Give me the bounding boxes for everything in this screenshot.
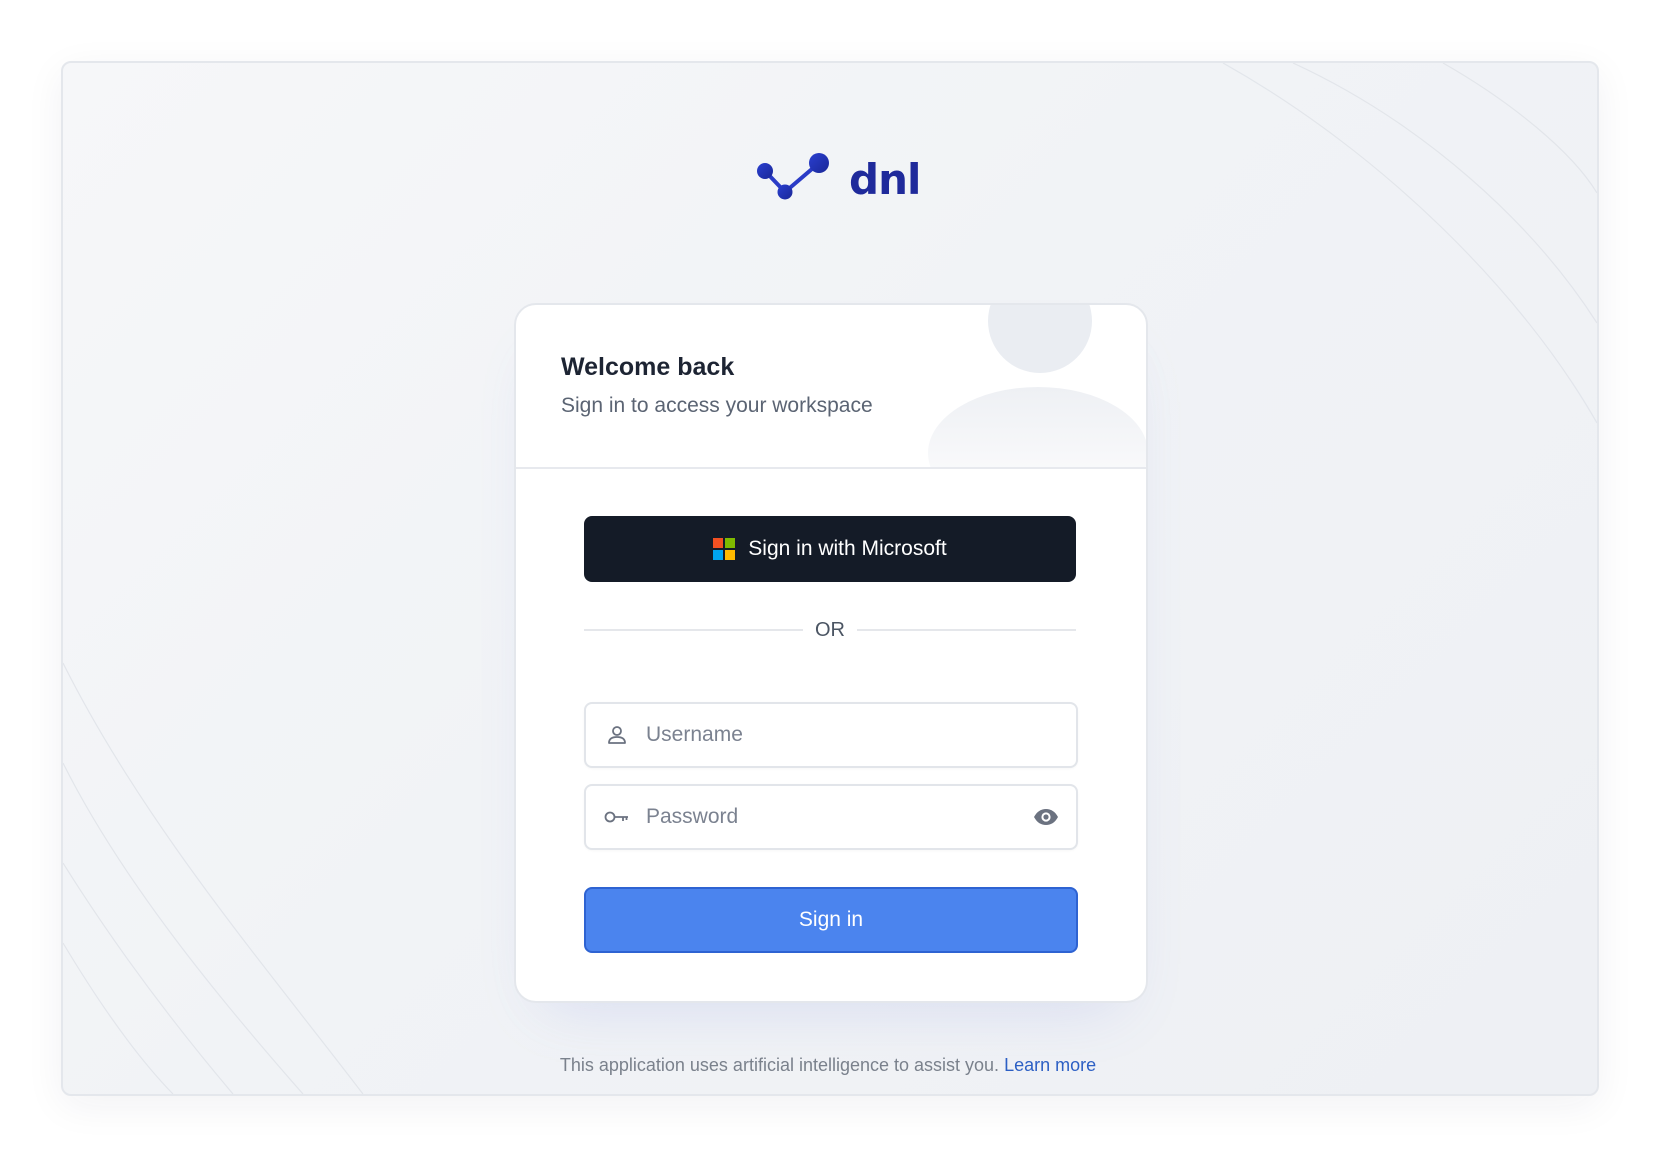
- password-field[interactable]: [584, 784, 1078, 850]
- login-card: Welcome back Sign in to access your work…: [514, 303, 1148, 1003]
- key-icon: [603, 803, 631, 831]
- microsoft-logo-icon: [713, 538, 736, 560]
- card-title: Welcome back: [561, 353, 735, 381]
- microsoft-signin-label: Sign in with Microsoft: [748, 537, 947, 560]
- sign-in-button[interactable]: Sign in: [584, 887, 1078, 953]
- eye-icon[interactable]: [1032, 803, 1060, 831]
- microsoft-signin-button[interactable]: Sign in with Microsoft: [584, 516, 1076, 582]
- ai-notice-text: This application uses artificial intelli…: [559, 1055, 1000, 1075]
- card-subtitle: Sign in to access your workspace: [561, 394, 873, 417]
- or-divider: OR: [584, 615, 1076, 645]
- divider-text: OR: [815, 618, 845, 641]
- login-page-frame: dnl Welcome back Sign in to access your …: [61, 61, 1599, 1096]
- divider-line-right: [857, 629, 1076, 631]
- molecule-check-icon: [757, 153, 829, 200]
- avatar-placeholder-icon: [928, 305, 1146, 467]
- password-input[interactable]: [644, 785, 1032, 849]
- brand-name: dnl: [849, 155, 921, 204]
- username-field[interactable]: [584, 702, 1078, 768]
- user-icon: [603, 721, 631, 749]
- card-header: Welcome back Sign in to access your work…: [516, 305, 1146, 469]
- brand-logo: dnl: [755, 151, 921, 209]
- divider-line-left: [584, 629, 803, 631]
- username-input[interactable]: [644, 703, 1076, 767]
- learn-more-link[interactable]: Learn more: [1004, 1055, 1096, 1075]
- ai-notice: This application uses artificial intelli…: [0, 1055, 1656, 1076]
